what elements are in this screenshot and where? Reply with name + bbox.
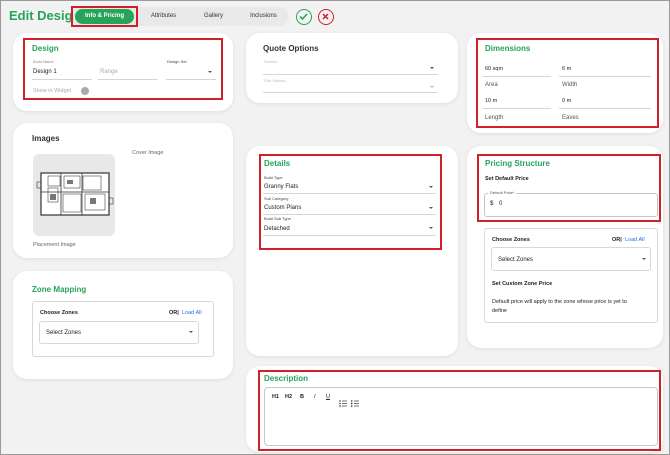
build-name-label: Build Name	[33, 59, 54, 64]
sub-category-select[interactable]: Custom Plans	[264, 205, 301, 211]
zone-mapping-chevron-down-icon	[189, 331, 193, 333]
sub-section-underline[interactable]	[263, 92, 438, 93]
area-label: Area	[485, 82, 498, 88]
sub-section-chevron-down-icon[interactable]	[430, 86, 434, 88]
floor-plan-image[interactable]	[33, 154, 115, 236]
build-type-select[interactable]: Granny Flats	[264, 184, 298, 190]
pricing-select-zones-chevron-down-icon	[642, 258, 646, 260]
close-icon	[322, 13, 329, 20]
page-title: Edit Design	[9, 8, 81, 23]
length-value[interactable]: 10 m	[485, 98, 497, 104]
width-underline	[559, 76, 651, 77]
currency-symbol: $	[490, 201, 494, 207]
design-set-chevron-down-icon[interactable]	[208, 71, 212, 73]
build-type-chevron-down-icon[interactable]	[429, 186, 433, 188]
toolbar-h2-button[interactable]: H2	[285, 394, 292, 400]
range-underline	[98, 79, 158, 80]
save-button[interactable]	[296, 9, 312, 25]
set-default-price-label: Set Default Price	[485, 176, 529, 182]
tab-info-pricing[interactable]: Info & Pricing	[75, 9, 134, 24]
default-price-field[interactable]	[484, 193, 658, 217]
show-in-widget-toggle[interactable]	[81, 87, 89, 95]
tab-inclusions[interactable]: Inclusions	[241, 9, 286, 24]
pricing-or-label: OR|	[612, 237, 622, 243]
zone-mapping-or-label: OR|	[169, 310, 179, 316]
sub-section-label: Sub Section	[264, 78, 286, 83]
description-title: Description	[264, 374, 309, 383]
toolbar-h1-button[interactable]: H1	[272, 394, 279, 400]
eaves-value[interactable]: 0 m	[562, 98, 571, 104]
area-underline	[483, 76, 551, 77]
zone-mapping-select-zones-placeholder: Select Zones	[46, 330, 82, 336]
sub-category-label: Sub Category	[264, 196, 289, 201]
length-label: Length	[485, 115, 504, 121]
tab-attributes[interactable]: Attributes	[141, 9, 186, 24]
bullet-list-icon[interactable]	[339, 394, 347, 412]
show-in-widget-label: Show in Widget	[33, 88, 72, 94]
width-label: Width	[562, 82, 578, 88]
pricing-note: Default price will apply to the zone who…	[492, 299, 627, 314]
build-name-underline	[32, 79, 92, 80]
eaves-label: Eaves	[562, 115, 579, 121]
placement-image-label: Placement Image	[33, 242, 76, 248]
build-sub-type-label: Build Sub Type	[264, 216, 291, 221]
floor-plan-drawing	[36, 172, 114, 216]
build-sub-type-select[interactable]: Detached	[264, 226, 290, 232]
sub-category-underline	[263, 214, 436, 215]
default-price-input[interactable]: 0	[499, 201, 502, 207]
quote-options-title: Quote Options	[263, 44, 319, 53]
pricing-choose-zones-label: Choose Zones	[492, 237, 530, 243]
pricing-select-zones-placeholder: Select Zones	[498, 257, 534, 263]
default-price-label: Default Price*	[488, 190, 517, 195]
toolbar-underline-button[interactable]: U	[326, 394, 330, 400]
pricing-title: Pricing Structure	[485, 159, 550, 168]
section-chevron-down-icon[interactable]	[430, 67, 434, 69]
design-set-label: Design Set	[167, 59, 187, 64]
build-sub-type-chevron-down-icon[interactable]	[429, 227, 433, 229]
length-underline	[483, 108, 551, 109]
tab-gallery[interactable]: Gallery	[191, 9, 236, 24]
check-icon	[299, 13, 308, 21]
section-underline[interactable]	[263, 74, 438, 75]
images-title: Images	[32, 134, 60, 143]
numbered-list-icon[interactable]	[351, 394, 359, 412]
area-value[interactable]: 60 sqm	[485, 66, 503, 72]
cancel-button[interactable]	[318, 9, 334, 25]
eaves-underline	[559, 108, 651, 109]
zone-mapping-title: Zone Mapping	[32, 285, 87, 294]
section-label: Section	[264, 59, 278, 64]
toolbar-italic-button[interactable]: I	[314, 394, 316, 400]
custom-zone-price-label: Set Custom Zone Price	[492, 281, 553, 287]
zone-mapping-load-all-link[interactable]: Load All	[182, 310, 202, 316]
description-editor[interactable]	[264, 387, 658, 446]
pricing-load-all-link[interactable]: Load All	[625, 237, 645, 243]
build-sub-type-underline	[263, 235, 436, 236]
cover-image-label: Cover Image	[132, 150, 164, 156]
sub-category-chevron-down-icon[interactable]	[429, 207, 433, 209]
details-title: Details	[264, 159, 291, 168]
design-title: Design	[32, 44, 59, 53]
build-type-label: Build Type	[264, 175, 283, 180]
toolbar-bold-button[interactable]: B	[300, 394, 304, 400]
zone-mapping-choose-zones-label: Choose Zones	[40, 310, 78, 316]
dimensions-title: Dimensions	[485, 44, 531, 53]
design-set-underline	[166, 79, 216, 80]
build-type-underline	[263, 193, 436, 194]
build-name-input[interactable]: Design 1	[33, 69, 57, 75]
width-value[interactable]: 6 m	[562, 66, 571, 72]
range-input[interactable]: Range	[100, 69, 118, 75]
